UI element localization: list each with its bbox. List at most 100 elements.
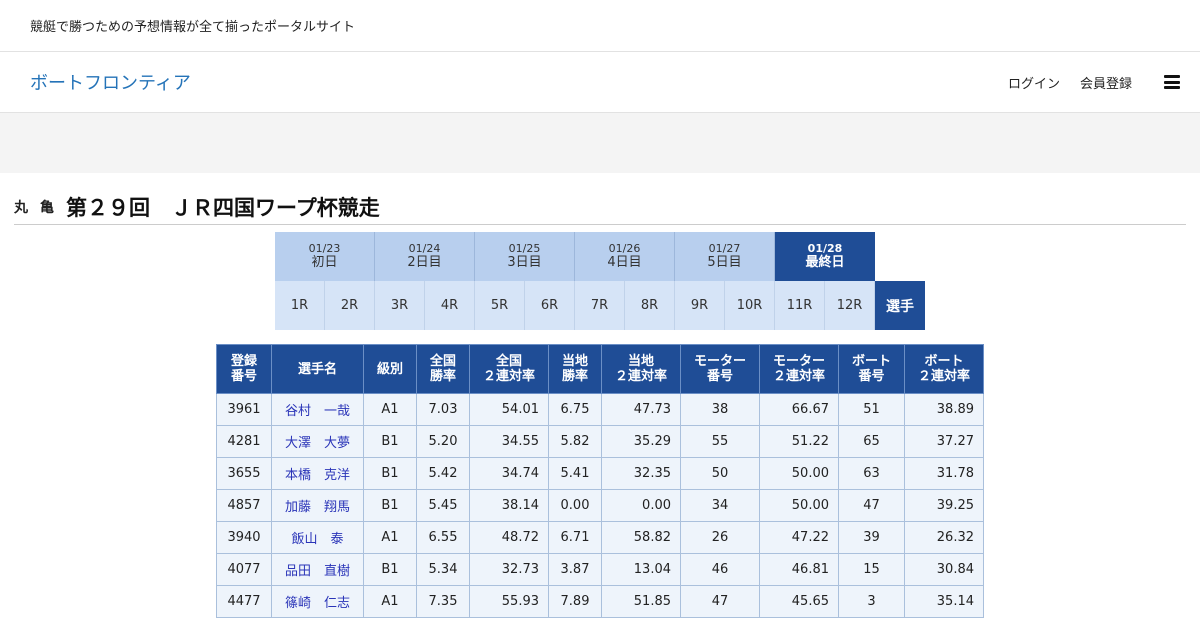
table-cell: B1 xyxy=(363,425,417,458)
table-cell: 39.25 xyxy=(904,489,984,522)
race-tab[interactable]: 5R xyxy=(475,281,525,330)
site-logo-link[interactable]: ボートフロンティア xyxy=(30,69,191,95)
table-cell: 3655 xyxy=(216,457,272,490)
race-tab[interactable]: 7R xyxy=(575,281,625,330)
table-cell: 4281 xyxy=(216,425,272,458)
table-cell: 32.73 xyxy=(469,553,549,586)
player-name-link[interactable]: 飯山 泰 xyxy=(271,521,364,554)
table-cell: 26 xyxy=(680,521,760,554)
login-link[interactable]: ログイン xyxy=(1008,73,1060,92)
race-tab[interactable]: 11R xyxy=(775,281,825,330)
column-header: モーター ２連対率 xyxy=(759,344,839,394)
player-name-link[interactable]: 大澤 大夢 xyxy=(271,425,364,458)
table-cell: B1 xyxy=(363,457,417,490)
table-cell: 47 xyxy=(838,489,905,522)
table-cell: 32.35 xyxy=(601,457,681,490)
table-cell: 38.14 xyxy=(469,489,549,522)
table-cell: A1 xyxy=(363,521,417,554)
table-cell: A1 xyxy=(363,585,417,618)
race-tabs: 1R 2R 3R 4R 5R 6R 7R 8R 9R 10R 11R 12R 選… xyxy=(275,281,925,330)
table-header-row: 登録 番号 選手名 級別 全国 勝率 全国 ２連対率 当地 勝率 当地 ２連対率 モーター 番号 モーター ２… xyxy=(216,344,984,394)
player-name-link[interactable]: 加藤 翔馬 xyxy=(271,489,364,522)
table-cell: 37.27 xyxy=(904,425,984,458)
table-body: 3961 谷村 一哉 A1 7.03 54.01 6.75 47.73 38 66.67 51 38… xyxy=(216,393,984,618)
column-header: モーター 番号 xyxy=(680,344,760,394)
column-header: 当地 勝率 xyxy=(548,344,602,394)
ad-band xyxy=(0,113,1200,173)
table-cell: 38.89 xyxy=(904,393,984,426)
table-cell: 5.34 xyxy=(416,553,470,586)
day-tab[interactable]: 01/23 初日 xyxy=(275,232,375,281)
venue-name: 丸亀 xyxy=(14,200,66,216)
day-tabs: 01/23 初日 01/24 2日目 01/25 3日目 01/26 4日目 01/27… xyxy=(275,232,875,281)
table-cell: 34.55 xyxy=(469,425,549,458)
table-cell: 35.14 xyxy=(904,585,984,618)
table-cell: 0.00 xyxy=(601,489,681,522)
day-tab[interactable]: 01/25 3日目 xyxy=(475,232,575,281)
day-tab-active[interactable]: 01/28 最終日 xyxy=(775,232,875,281)
table-cell: 50.00 xyxy=(759,489,839,522)
table-cell: 55.93 xyxy=(469,585,549,618)
site-header: ボートフロンティア ログイン 会員登録 xyxy=(0,52,1200,113)
day-tab[interactable]: 01/26 4日目 xyxy=(575,232,675,281)
race-title: 第２９回 ＪＲ四国ワープ杯競走 xyxy=(66,196,380,220)
menu-icon[interactable] xyxy=(1164,75,1180,89)
day-tab[interactable]: 01/27 5日目 xyxy=(675,232,775,281)
table-cell: 5.82 xyxy=(548,425,602,458)
column-header: ボート 番号 xyxy=(838,344,905,394)
table-cell: 0.00 xyxy=(548,489,602,522)
race-tab[interactable]: 10R xyxy=(725,281,775,330)
table-cell: 5.41 xyxy=(548,457,602,490)
player-name-link[interactable]: 品田 直樹 xyxy=(271,553,364,586)
table-cell: 51.85 xyxy=(601,585,681,618)
register-link[interactable]: 会員登録 xyxy=(1080,73,1132,92)
table-row: 4281 大澤 大夢 B1 5.20 34.55 5.82 35.29 55 51.22 65 37… xyxy=(216,425,984,458)
table-cell: 26.32 xyxy=(904,521,984,554)
day-tab[interactable]: 01/24 2日目 xyxy=(375,232,475,281)
race-tab[interactable]: 6R xyxy=(525,281,575,330)
table-cell: 35.29 xyxy=(601,425,681,458)
race-tab[interactable]: 9R xyxy=(675,281,725,330)
table-cell: 4477 xyxy=(216,585,272,618)
race-tab[interactable]: 1R xyxy=(275,281,325,330)
race-tab[interactable]: 4R xyxy=(425,281,475,330)
table-cell: 45.65 xyxy=(759,585,839,618)
table-cell: 5.20 xyxy=(416,425,470,458)
race-tab[interactable]: 12R xyxy=(825,281,875,330)
table-row: 3655 本橋 克洋 B1 5.42 34.74 5.41 32.35 50 50.00 63 31… xyxy=(216,457,984,490)
race-tab[interactable]: 2R xyxy=(325,281,375,330)
table-cell: 3.87 xyxy=(548,553,602,586)
table-cell: 47 xyxy=(680,585,760,618)
table-cell: B1 xyxy=(363,553,417,586)
table-cell: 54.01 xyxy=(469,393,549,426)
table-cell: 51.22 xyxy=(759,425,839,458)
table-row: 4077 品田 直樹 B1 5.34 32.73 3.87 13.04 46 46.81 15 30… xyxy=(216,553,984,586)
players-tab[interactable]: 選手 xyxy=(875,281,925,330)
table-cell: 3961 xyxy=(216,393,272,426)
table-cell: 6.55 xyxy=(416,521,470,554)
column-header: 全国 勝率 xyxy=(416,344,470,394)
table-cell: 34.74 xyxy=(469,457,549,490)
race-title-bar: 丸亀 第２９回 ＪＲ四国ワープ杯競走 xyxy=(14,190,1186,225)
table-cell: 3 xyxy=(838,585,905,618)
player-name-link[interactable]: 篠崎 仁志 xyxy=(271,585,364,618)
table-cell: 30.84 xyxy=(904,553,984,586)
table-cell: 5.45 xyxy=(416,489,470,522)
table-cell: 4857 xyxy=(216,489,272,522)
column-header: 級別 xyxy=(363,344,417,394)
table-cell: 7.35 xyxy=(416,585,470,618)
table-cell: 48.72 xyxy=(469,521,549,554)
table-cell: 63 xyxy=(838,457,905,490)
race-tab[interactable]: 3R xyxy=(375,281,425,330)
table-cell: 31.78 xyxy=(904,457,984,490)
player-name-link[interactable]: 本橋 克洋 xyxy=(271,457,364,490)
table-cell: 51 xyxy=(838,393,905,426)
race-tab[interactable]: 8R xyxy=(625,281,675,330)
column-header: 全国 ２連対率 xyxy=(469,344,549,394)
table-cell: 7.89 xyxy=(548,585,602,618)
table-cell: 55 xyxy=(680,425,760,458)
player-name-link[interactable]: 谷村 一哉 xyxy=(271,393,364,426)
table-cell: 66.67 xyxy=(759,393,839,426)
players-table: 登録 番号 選手名 級別 全国 勝率 全国 ２連対率 当地 勝率 当地 ２連対率 モーター 番号 モーター ２… xyxy=(216,344,984,618)
column-header: 当地 ２連対率 xyxy=(601,344,681,394)
